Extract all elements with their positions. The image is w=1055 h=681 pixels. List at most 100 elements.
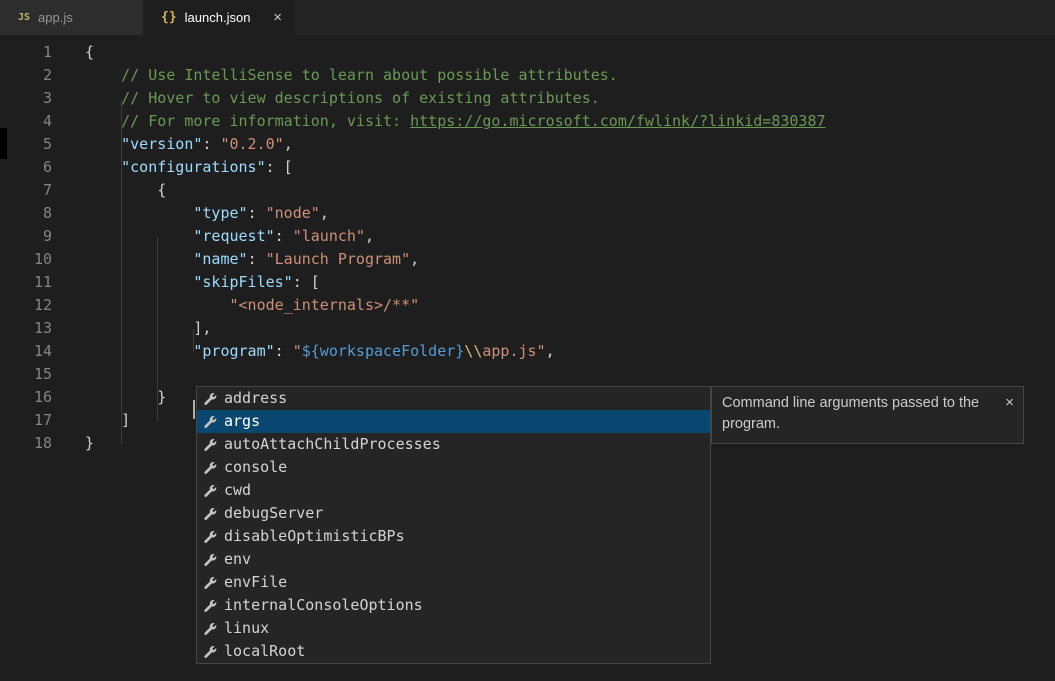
suggest-item-label: disableOptimisticBPs: [224, 525, 405, 548]
javascript-file-icon: JS: [18, 12, 30, 23]
suggest-item-label: localRoot: [224, 640, 305, 663]
line-number[interactable]: 13: [0, 317, 52, 340]
wrench-icon: [202, 483, 218, 499]
code-text: "program": "${workspaceFolder}\\app.js",: [85, 340, 555, 363]
line-number[interactable]: 7: [0, 179, 52, 202]
suggest-item-autoAttachChildProcesses[interactable]: autoAttachChildProcesses: [197, 433, 710, 456]
suggest-item-args[interactable]: args: [197, 410, 710, 433]
code-line[interactable]: 1{: [0, 41, 1055, 64]
line-number[interactable]: 18: [0, 432, 52, 455]
suggest-item-label: args: [224, 410, 260, 433]
code-text: {: [85, 41, 94, 64]
suggest-item-label: internalConsoleOptions: [224, 594, 423, 617]
wrench-icon: [202, 437, 218, 453]
code-text: ],: [85, 317, 211, 340]
code-text: "<node_internals>/**": [85, 294, 419, 317]
close-details-icon[interactable]: ×: [1005, 392, 1014, 413]
suggest-item-linux[interactable]: linux: [197, 617, 710, 640]
suggest-item-label: autoAttachChildProcesses: [224, 433, 441, 456]
line-number[interactable]: 15: [0, 363, 52, 386]
line-number[interactable]: 5: [0, 133, 52, 156]
tab-app-js[interactable]: JS app.js: [0, 0, 143, 35]
code-text: "type": "node",: [85, 202, 329, 225]
wrench-icon: [202, 460, 218, 476]
suggest-item-disableOptimisticBPs[interactable]: disableOptimisticBPs: [197, 525, 710, 548]
code-text: // For more information, visit: https://…: [85, 110, 826, 133]
code-line[interactable]: 4 // For more information, visit: https:…: [0, 110, 1055, 133]
code-line[interactable]: 11 "skipFiles": [: [0, 271, 1055, 294]
line-number[interactable]: 8: [0, 202, 52, 225]
wrench-icon: [202, 506, 218, 522]
wrench-icon: [202, 552, 218, 568]
code-text: }: [85, 432, 94, 455]
suggest-item-console[interactable]: console: [197, 456, 710, 479]
code-line[interactable]: 15: [0, 363, 1055, 386]
code-text: "name": "Launch Program",: [85, 248, 419, 271]
suggest-item-label: env: [224, 548, 251, 571]
code-text: // Use IntelliSense to learn about possi…: [85, 64, 618, 87]
code-line[interactable]: 12 "<node_internals>/**": [0, 294, 1055, 317]
code-line[interactable]: 8 "type": "node",: [0, 202, 1055, 225]
suggest-item-address[interactable]: address: [197, 387, 710, 410]
suggest-item-label: envFile: [224, 571, 287, 594]
tab-launch-json[interactable]: {} launch.json ×: [143, 0, 295, 35]
wrench-icon: [202, 529, 218, 545]
code-line[interactable]: 3 // Hover to view descriptions of exist…: [0, 87, 1055, 110]
line-number[interactable]: 3: [0, 87, 52, 110]
suggest-item-debugServer[interactable]: debugServer: [197, 502, 710, 525]
code-text: // Hover to view descriptions of existin…: [85, 87, 600, 110]
suggest-item-envFile[interactable]: envFile: [197, 571, 710, 594]
code-text: "configurations": [: [85, 156, 293, 179]
suggest-item-label: cwd: [224, 479, 251, 502]
editor-tab-bar: JS app.js {} launch.json ×: [0, 0, 1055, 35]
code-line[interactable]: 13 ],: [0, 317, 1055, 340]
line-number[interactable]: 16: [0, 386, 52, 409]
line-number[interactable]: 2: [0, 64, 52, 87]
code-text: "skipFiles": [: [85, 271, 320, 294]
line-number[interactable]: 1: [0, 41, 52, 64]
suggest-item-internalConsoleOptions[interactable]: internalConsoleOptions: [197, 594, 710, 617]
wrench-icon: [202, 621, 218, 637]
json-file-icon: {}: [161, 10, 177, 25]
code-text: "version": "0.2.0",: [85, 133, 293, 156]
suggest-item-env[interactable]: env: [197, 548, 710, 571]
suggest-item-label: console: [224, 456, 287, 479]
suggest-item-label: debugServer: [224, 502, 323, 525]
code-text: }: [85, 386, 166, 409]
tab-label-launch-json: launch.json: [185, 10, 251, 25]
line-number[interactable]: 4: [0, 110, 52, 133]
intellisense-suggest-widget: addressargsautoAttachChildProcessesconso…: [196, 386, 711, 664]
suggest-item-label: address: [224, 387, 287, 410]
suggest-details-text: Command line arguments passed to the pro…: [722, 395, 979, 432]
wrench-icon: [202, 391, 218, 407]
suggest-item-cwd[interactable]: cwd: [197, 479, 710, 502]
code-line[interactable]: 6 "configurations": [: [0, 156, 1055, 179]
code-line[interactable]: 2 // Use IntelliSense to learn about pos…: [0, 64, 1055, 87]
code-line[interactable]: 7 {: [0, 179, 1055, 202]
line-number[interactable]: 14: [0, 340, 52, 363]
line-number[interactable]: 9: [0, 225, 52, 248]
line-number[interactable]: 6: [0, 156, 52, 179]
text-cursor: [193, 400, 195, 419]
wrench-icon: [202, 414, 218, 430]
code-line[interactable]: 10 "name": "Launch Program",: [0, 248, 1055, 271]
suggest-item-localRoot[interactable]: localRoot: [197, 640, 710, 663]
suggest-details-tooltip: Command line arguments passed to the pro…: [711, 386, 1024, 444]
tab-label-app-js: app.js: [38, 10, 73, 25]
line-number[interactable]: 12: [0, 294, 52, 317]
wrench-icon: [202, 575, 218, 591]
code-text: "request": "launch",: [85, 225, 374, 248]
activity-bar-sliver: [0, 128, 7, 159]
code-line[interactable]: 14 "program": "${workspaceFolder}\\app.j…: [0, 340, 1055, 363]
line-number[interactable]: 17: [0, 409, 52, 432]
line-number[interactable]: 11: [0, 271, 52, 294]
wrench-icon: [202, 598, 218, 614]
code-line[interactable]: 5 "version": "0.2.0",: [0, 133, 1055, 156]
wrench-icon: [202, 644, 218, 660]
close-tab-icon[interactable]: ×: [270, 9, 285, 26]
code-text: {: [85, 179, 166, 202]
suggest-list: addressargsautoAttachChildProcessesconso…: [197, 387, 710, 663]
suggest-item-label: linux: [224, 617, 269, 640]
code-line[interactable]: 9 "request": "launch",: [0, 225, 1055, 248]
line-number[interactable]: 10: [0, 248, 52, 271]
